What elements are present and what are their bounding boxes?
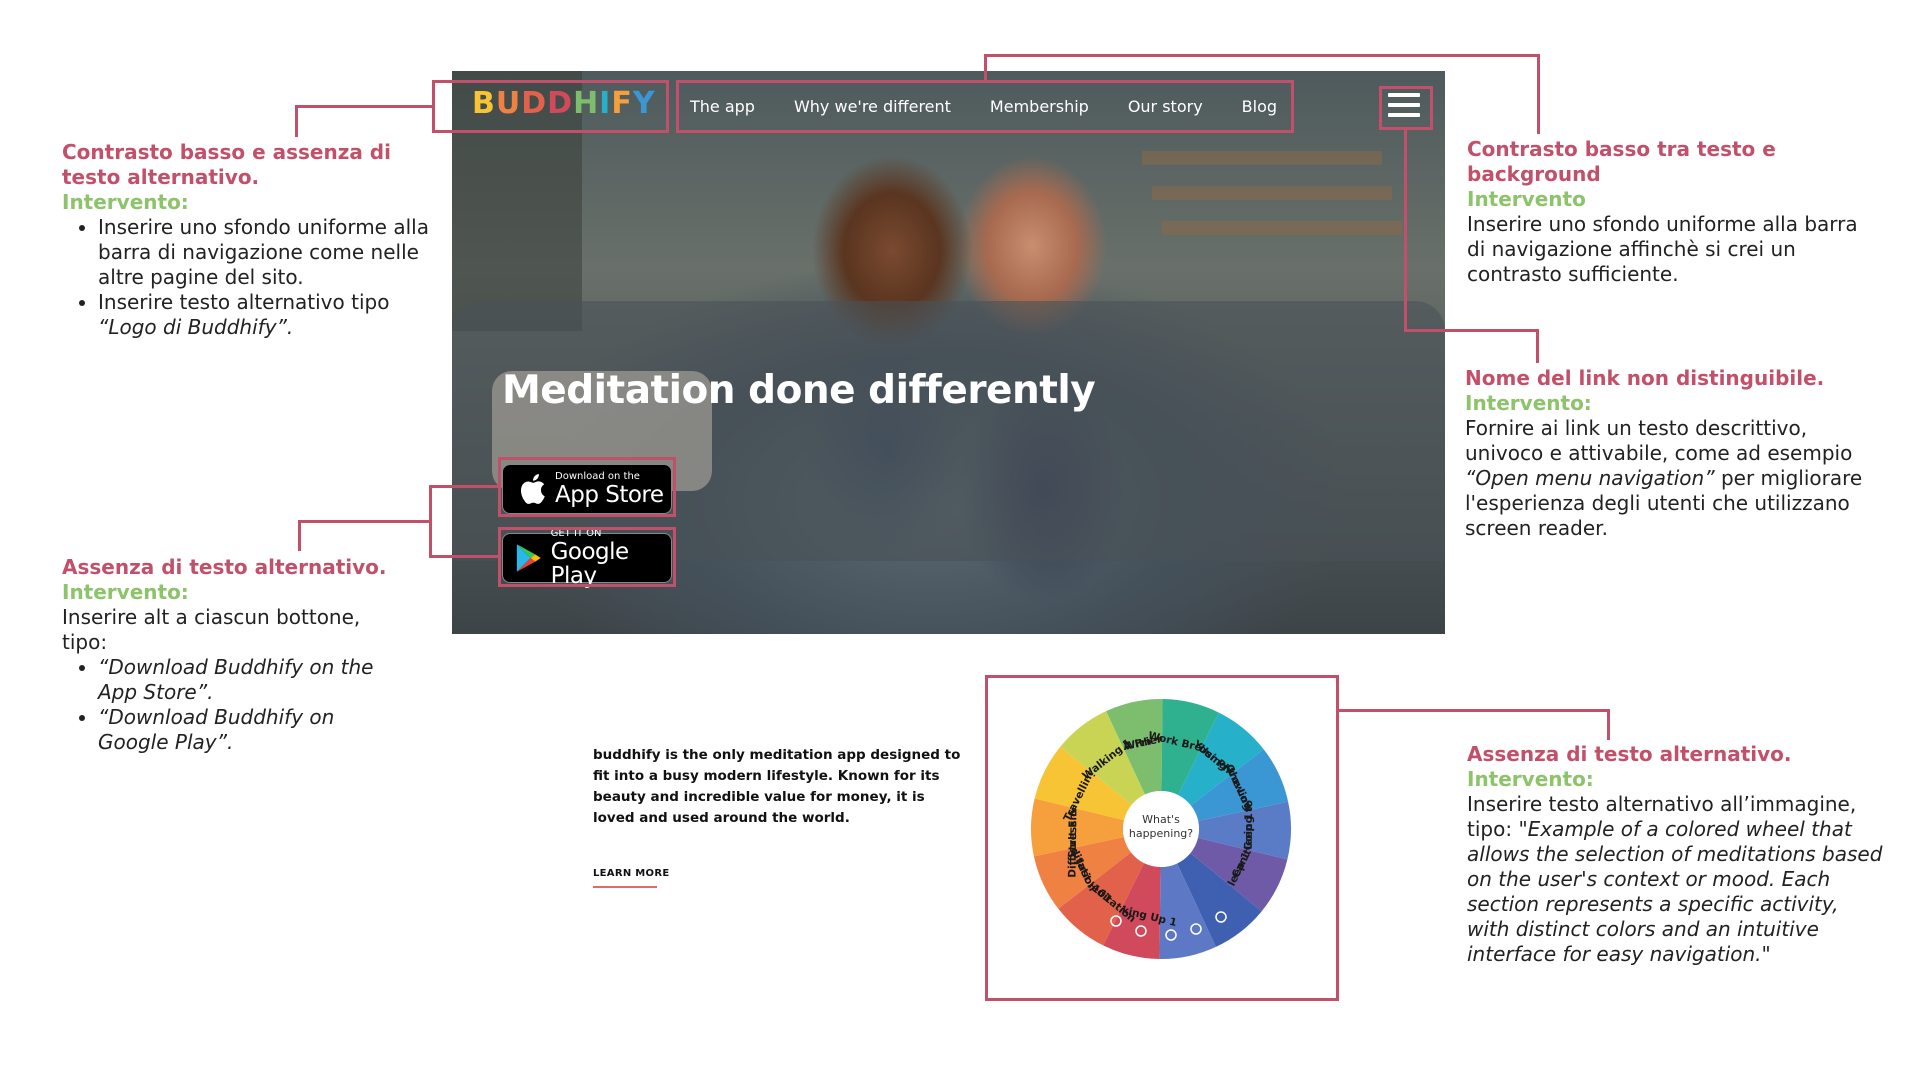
annotation-menu-label: Intervento: [1465, 391, 1592, 415]
list-item: “Download Buddhify on the App Store”. [98, 655, 392, 705]
learn-more-link[interactable]: LEARN MORE [593, 868, 669, 879]
app-description: buddhify is the only meditation app desi… [593, 747, 961, 826]
list-item: “Download Buddhify on Google Play”. [98, 705, 392, 755]
connector-line [984, 54, 987, 82]
annotation-menu: Nome del link non distinguibile. Interve… [1465, 366, 1865, 541]
connector-line [429, 485, 432, 558]
wheel-center-label: happening? [1129, 827, 1193, 840]
annotation-buttons-list: “Download Buddhify on the App Store”. “D… [62, 655, 392, 755]
hero-title: Meditation done differently [502, 368, 1096, 413]
connector-line [295, 105, 298, 137]
list-item: Inserire testo alternativo tipo“Logo di … [98, 290, 432, 340]
connector-line [1537, 54, 1540, 134]
wheel-center-label: What's [1142, 813, 1180, 826]
annotation-wheel: Assenza di testo alternativo. Intervento… [1467, 742, 1887, 967]
connector-line [429, 485, 499, 488]
annotation-logo-list: Inserire uno sfondo uniforme alla barra … [62, 215, 432, 340]
connector-line [984, 54, 1540, 57]
annotation-nav: Contrasto basso tra testo e background I… [1467, 137, 1887, 287]
annotation-nav-label: Intervento [1467, 187, 1586, 211]
annotation-wheel-text: Inserire testo alternativo all’immagine,… [1467, 792, 1883, 966]
learn-more-underline [593, 886, 657, 888]
connector-line [1536, 329, 1539, 363]
annotation-logo-title: Contrasto basso e assenza di testo alter… [62, 140, 391, 189]
annotation-logo-label: Intervento: [62, 190, 189, 214]
annotation-wheel-label: Intervento: [1467, 767, 1594, 791]
background-stairs [1162, 221, 1402, 235]
highlight-logo [432, 80, 669, 133]
connector-line [298, 520, 429, 523]
annotation-menu-text: Fornire ai link un testo descrittivo, un… [1465, 416, 1863, 540]
connector-line [1404, 329, 1539, 332]
connector-line [295, 105, 433, 108]
background-stairs [1142, 151, 1382, 165]
annotation-menu-title: Nome del link non distinguibile. [1465, 366, 1825, 390]
annotation-buttons-title: Assenza di testo alternativo. [62, 555, 387, 579]
background-stairs [1152, 186, 1392, 200]
meditation-wheel[interactable]: WithA FriendWork BreakUsingYour PhoneGro… [1021, 689, 1301, 969]
annotation-nav-title: Contrasto basso tra testo e background [1467, 137, 1776, 186]
connector-line [429, 555, 499, 558]
annotation-nav-text: Inserire uno sfondo uniforme alla barra … [1467, 212, 1858, 286]
highlight-nav [676, 80, 1294, 133]
highlight-google-play [498, 527, 676, 587]
annotation-buttons-text: Inserire alt a ciascun bottone, tipo: [62, 605, 361, 654]
connector-line [298, 520, 301, 551]
annotation-logo: Contrasto basso e assenza di testo alter… [62, 140, 432, 340]
annotation-buttons-label: Intervento: [62, 580, 189, 604]
annotation-buttons: Assenza di testo alternativo. Intervento… [62, 555, 392, 755]
highlight-menu [1379, 86, 1433, 130]
connector-line [1607, 709, 1610, 740]
list-item: Inserire uno sfondo uniforme alla barra … [98, 215, 432, 290]
connector-line [1338, 709, 1610, 712]
highlight-app-store [498, 457, 676, 517]
connector-line [1404, 129, 1407, 330]
annotation-wheel-title: Assenza di testo alternativo. [1467, 742, 1792, 766]
